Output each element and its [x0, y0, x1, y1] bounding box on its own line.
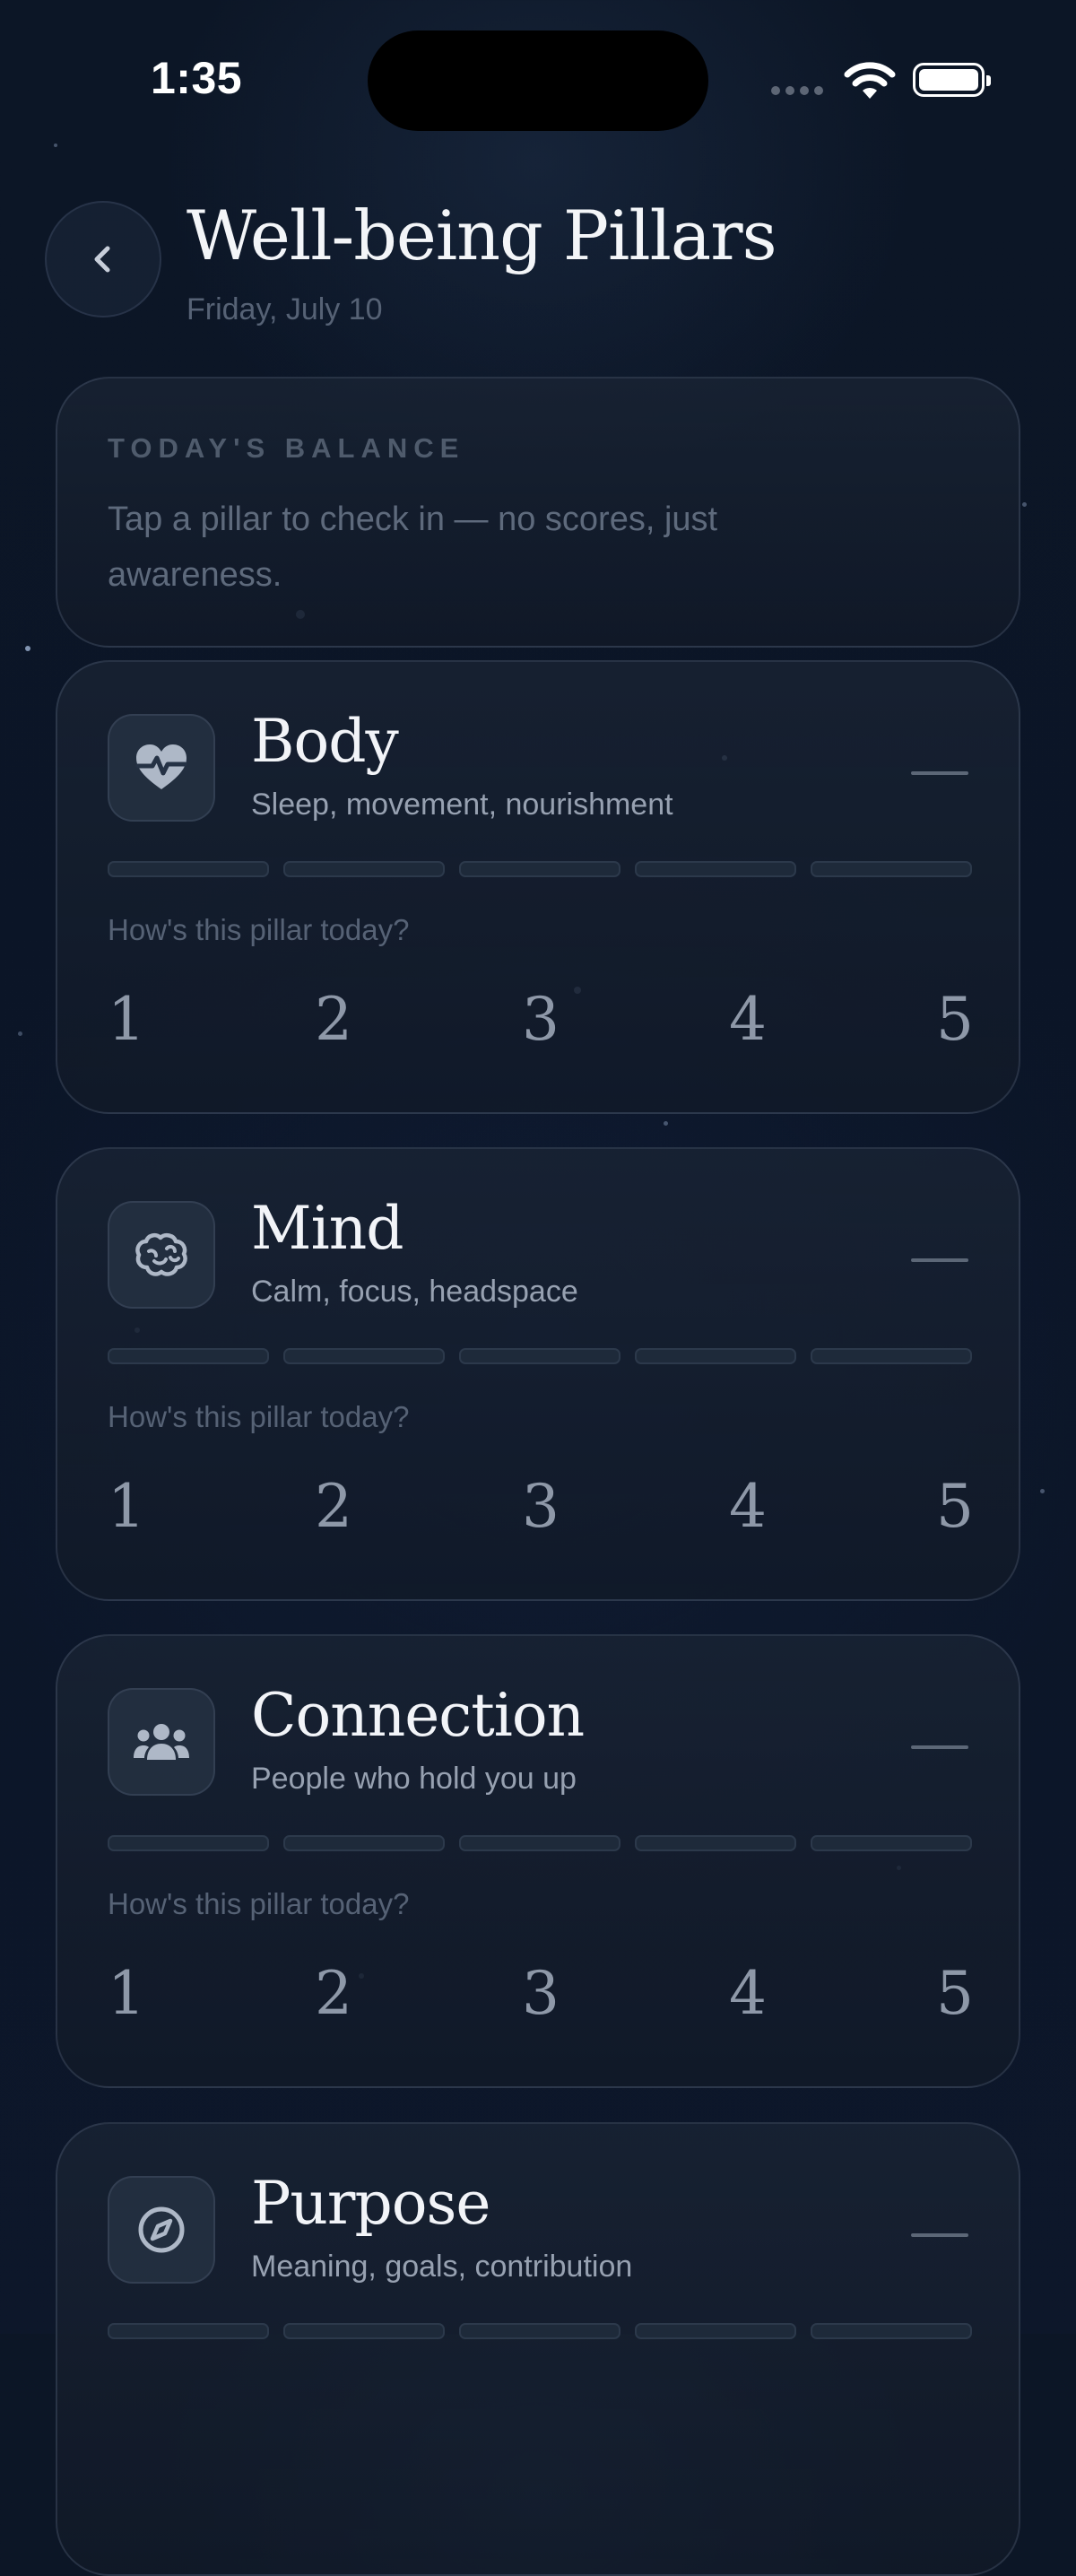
- rating-row: 1 2 3 4 5: [108, 1959, 974, 2028]
- pillar-name: Purpose: [251, 2169, 490, 2238]
- compass-icon: [138, 2206, 185, 2253]
- pillar-card-mind[interactable]: Mind Calm, focus, headspace How's this p…: [56, 1147, 1020, 1601]
- pillar-question: How's this pillar today?: [108, 1400, 410, 1433]
- balance-hint: Tap a pillar to check in — no scores, ju…: [108, 500, 718, 594]
- rating-1-button[interactable]: 1: [108, 1472, 145, 1541]
- pillar-icon-container: [108, 1688, 215, 1796]
- pillar-status-dash: [911, 771, 968, 775]
- rating-3-button[interactable]: 3: [522, 1959, 560, 2028]
- pillar-description: Meaning, goals, contribution: [251, 2250, 633, 2284]
- pillar-level-bars: [108, 2323, 972, 2339]
- pillar-icon-container: [108, 1201, 215, 1309]
- page-date: Friday, July 10: [187, 292, 383, 326]
- pillar-name: Connection: [251, 1681, 585, 1750]
- pillar-name: Body: [251, 707, 399, 776]
- pillar-card-purpose[interactable]: Purpose Meaning, goals, contribution: [56, 2122, 1020, 2576]
- pillar-card-connection[interactable]: Connection People who hold you up How's …: [56, 1634, 1020, 2088]
- rating-4-button[interactable]: 4: [729, 1959, 767, 2028]
- pillar-description: Sleep, movement, nourishment: [251, 788, 673, 822]
- rating-4-button[interactable]: 4: [729, 1472, 767, 1541]
- todays-balance-card: TODAY'S BALANCE Tap a pillar to check in…: [56, 377, 1020, 648]
- dynamic-island: [368, 30, 708, 131]
- pillar-level-bars: [108, 1835, 972, 1851]
- back-button[interactable]: [45, 201, 161, 318]
- rating-3-button[interactable]: 3: [522, 1472, 560, 1541]
- brain-icon: [135, 1232, 187, 1276]
- wifi-icon: [844, 62, 896, 99]
- pillar-question: How's this pillar today?: [108, 1887, 410, 1920]
- rating-2-button[interactable]: 2: [315, 1959, 352, 2028]
- cellular-signal-icon: [771, 86, 823, 95]
- pillar-description: People who hold you up: [251, 1762, 577, 1796]
- pillar-status-dash: [911, 1258, 968, 1262]
- pillar-question: How's this pillar today?: [108, 913, 410, 946]
- people-icon: [134, 1724, 189, 1760]
- pillar-level-bars: [108, 1348, 972, 1364]
- status-bar: 1:35: [0, 0, 1076, 161]
- rating-1-button[interactable]: 1: [108, 1959, 145, 2028]
- chevron-left-icon: [94, 246, 110, 273]
- pillar-status-dash: [911, 2233, 968, 2237]
- pillar-description: Calm, focus, headspace: [251, 1275, 578, 1309]
- status-time: 1:35: [151, 53, 243, 103]
- battery-icon: [913, 63, 991, 97]
- rating-3-button[interactable]: 3: [522, 985, 560, 1054]
- rating-5-button[interactable]: 5: [936, 1959, 974, 2028]
- pillar-name: Mind: [251, 1194, 404, 1263]
- rating-5-button[interactable]: 5: [936, 985, 974, 1054]
- page-title: Well-being Pillars: [187, 196, 777, 275]
- rating-row: 1 2 3 4 5: [108, 985, 974, 1054]
- rating-2-button[interactable]: 2: [315, 985, 352, 1054]
- rating-row: 1 2 3 4 5: [108, 1472, 974, 1541]
- pillar-card-body[interactable]: Body Sleep, movement, nourishment How's …: [56, 660, 1020, 1114]
- pillar-status-dash: [911, 1745, 968, 1749]
- rating-1-button[interactable]: 1: [108, 985, 145, 1054]
- heart-pulse-icon: [135, 744, 187, 789]
- pillar-icon-container: [108, 2176, 215, 2284]
- rating-4-button[interactable]: 4: [729, 985, 767, 1054]
- rating-2-button[interactable]: 2: [315, 1472, 352, 1541]
- pillar-icon-container: [108, 714, 215, 822]
- rating-5-button[interactable]: 5: [936, 1472, 974, 1541]
- balance-kicker: TODAY'S BALANCE: [108, 432, 465, 464]
- pillar-level-bars: [108, 861, 972, 877]
